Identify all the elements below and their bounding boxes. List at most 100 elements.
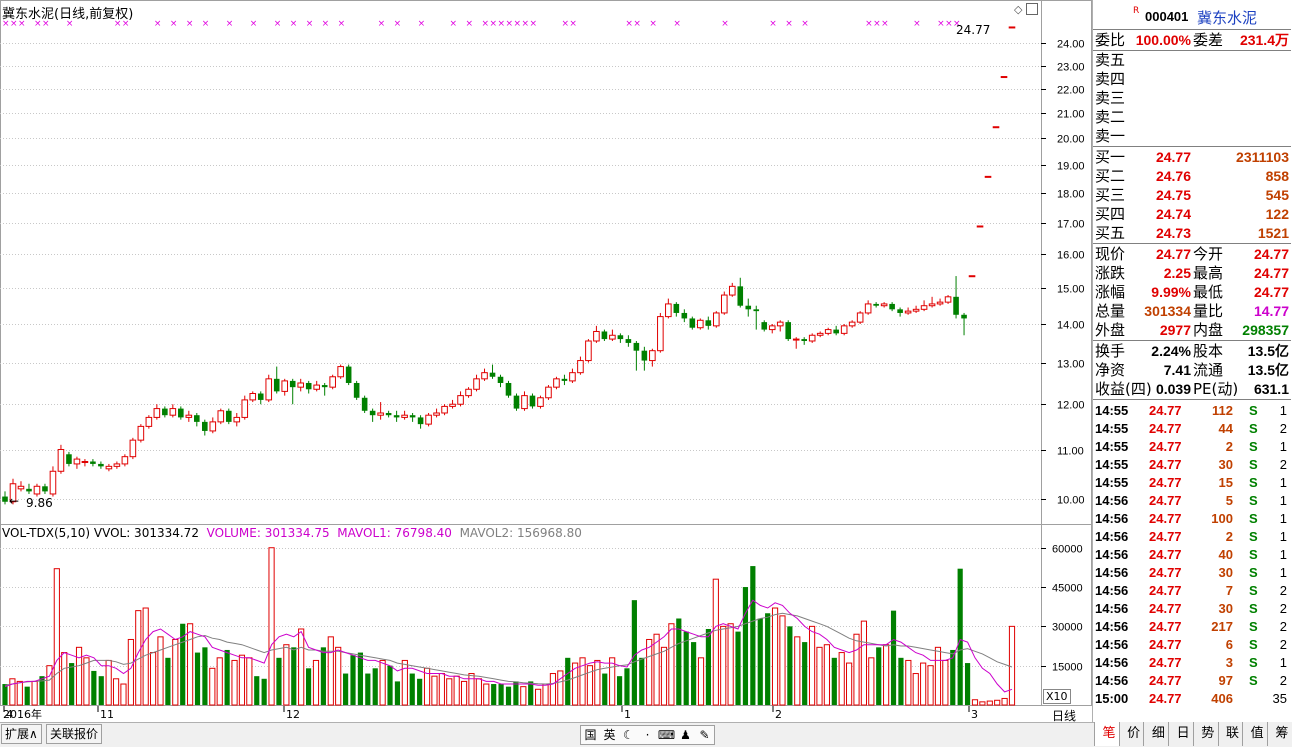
chart-area[interactable]: × × × × × × × × × × × × × × × × × × × × × × × × × × × × × × × × × × × × × × × ×… [0, 0, 1092, 723]
stat-label: 现价 [1095, 245, 1126, 263]
buy-level-label: 买一 [1095, 148, 1126, 166]
price-tick-label: 16.00 [1057, 250, 1085, 262]
weibi-label: 委比 [1095, 31, 1126, 49]
candle-body [26, 488, 32, 492]
mavol1-value: MAVOL1: 76798.40 [337, 526, 452, 540]
volume-bar [898, 657, 904, 705]
tick-volume: 217 [1211, 619, 1233, 634]
candle-body [768, 325, 776, 331]
candle-body [521, 395, 528, 410]
volume-bar [883, 644, 890, 706]
tick-row: 14:56 24.77 30 S 2 [1093, 600, 1291, 618]
signal-marker: × [226, 19, 234, 29]
price-tick-label: 21.00 [1057, 109, 1085, 121]
candle-body [513, 395, 520, 409]
tick-count: 35 [1272, 691, 1287, 706]
volume-bar [216, 657, 223, 706]
tick-price: 24.77 [1149, 673, 1182, 688]
kline-chart[interactable]: × × × × × × × × × × × × × × × × × × × × × × × × × × × × × × × × × × × × × × × ×… [0, 0, 1092, 722]
candle-body [912, 308, 920, 312]
price-tick-label: 23.00 [1057, 62, 1085, 74]
signal-marker: × [673, 19, 681, 29]
candle-body [953, 296, 959, 315]
ime-tool-icon[interactable]: 英 [600, 726, 619, 744]
candle-body [257, 393, 264, 400]
candle-body [153, 408, 161, 418]
candle-body [377, 412, 384, 416]
stat-row: 外盘 2977 内盘 298357 [1093, 321, 1291, 340]
volume-bar [209, 667, 216, 706]
signal-marker: × [785, 19, 793, 29]
ime-tool-icon[interactable]: ✎ [695, 726, 714, 744]
tab-expand[interactable]: 扩展∧ [1, 724, 42, 744]
volume-bar [202, 647, 208, 705]
signal-marker: × [482, 19, 490, 29]
candle-body [465, 388, 472, 397]
volume-bar [838, 652, 845, 706]
tab-related-quotes[interactable]: 关联报价 [46, 724, 103, 744]
tick-time: 15:00 [1095, 691, 1129, 706]
low-price-label: 9.86 [26, 496, 53, 510]
candle-body [162, 408, 168, 416]
tick-price: 24.77 [1149, 403, 1182, 418]
price-tick-label: 24.00 [1057, 39, 1085, 51]
volume-bar [957, 568, 963, 705]
ime-toolbar[interactable]: 国英 ☾ · ⌨ ♟ ✎ [580, 725, 715, 745]
ime-tool-icon[interactable]: · [638, 726, 657, 744]
candle-body [577, 360, 584, 374]
volume-bar [298, 628, 305, 706]
sell-level-row: 卖四 [1093, 70, 1291, 89]
ime-tool-icon[interactable]: ⌨ [657, 726, 676, 744]
volume-bar [283, 644, 290, 706]
volume-bar [520, 686, 527, 706]
signal-marker: × [466, 19, 474, 29]
tick-row: 14:56 24.77 40 S 1 [1093, 546, 1291, 564]
tick-price: 24.77 [1149, 691, 1182, 706]
volume-bar [712, 578, 719, 706]
ime-tool-icon[interactable]: 国 [581, 726, 600, 744]
candle-body [209, 421, 217, 432]
volume-bar [905, 659, 912, 706]
tick-row: 14:56 24.77 97 S 2 [1093, 672, 1291, 690]
candle-body [194, 415, 200, 422]
volume-bar [276, 657, 282, 705]
candle-body [537, 397, 544, 407]
tick-price: 24.77 [1149, 475, 1182, 490]
volume-bar [616, 676, 623, 705]
candle-body [401, 414, 408, 418]
candle-body [649, 350, 656, 362]
stock-name[interactable]: 冀东水泥 [1197, 7, 1257, 28]
candle-body [728, 285, 736, 296]
signal-marker: × [937, 19, 945, 29]
tick-count: 1 [1279, 439, 1287, 454]
buy-level-volume: 858 [1265, 168, 1289, 184]
ime-tool-icon[interactable]: ♟ [676, 726, 695, 744]
diamond-icon[interactable]: ◇ [1014, 3, 1022, 16]
candle-body [897, 309, 903, 313]
volume-bar [676, 618, 682, 705]
price-tick-label: 20.00 [1057, 134, 1085, 146]
tick-count: 1 [1279, 655, 1287, 670]
ime-tool-icon[interactable]: ☾ [619, 726, 638, 744]
tick-side: S [1249, 673, 1258, 688]
side-tab-7[interactable]: 筹 [1266, 722, 1292, 746]
tick-row: 14:56 24.77 30 S 1 [1093, 564, 1291, 582]
tick-volume: 40 [1218, 547, 1233, 562]
window-toggle-icon[interactable] [1026, 3, 1038, 15]
volume-bar [609, 657, 616, 706]
stat-label-2: 今开 [1193, 245, 1224, 263]
volume-bar [291, 647, 297, 705]
volume-bar [765, 613, 771, 705]
candle-body [33, 485, 41, 495]
volume-bar [927, 665, 934, 706]
stat-row: 涨幅 9.99% 最低 24.77 [1093, 283, 1291, 302]
chart-title: 冀东水泥(日线,前复权) [2, 7, 134, 22]
volume-bar [986, 700, 993, 706]
tick-row: 15:00 24.77 406 35 [1093, 690, 1291, 708]
signal-marker: × [881, 19, 889, 29]
volume-bar [91, 670, 97, 705]
candle-body [121, 456, 129, 465]
candle-body [185, 414, 193, 418]
tick-row: 14:55 24.77 15 S 1 [1093, 474, 1291, 492]
tick-side: S [1249, 583, 1258, 598]
